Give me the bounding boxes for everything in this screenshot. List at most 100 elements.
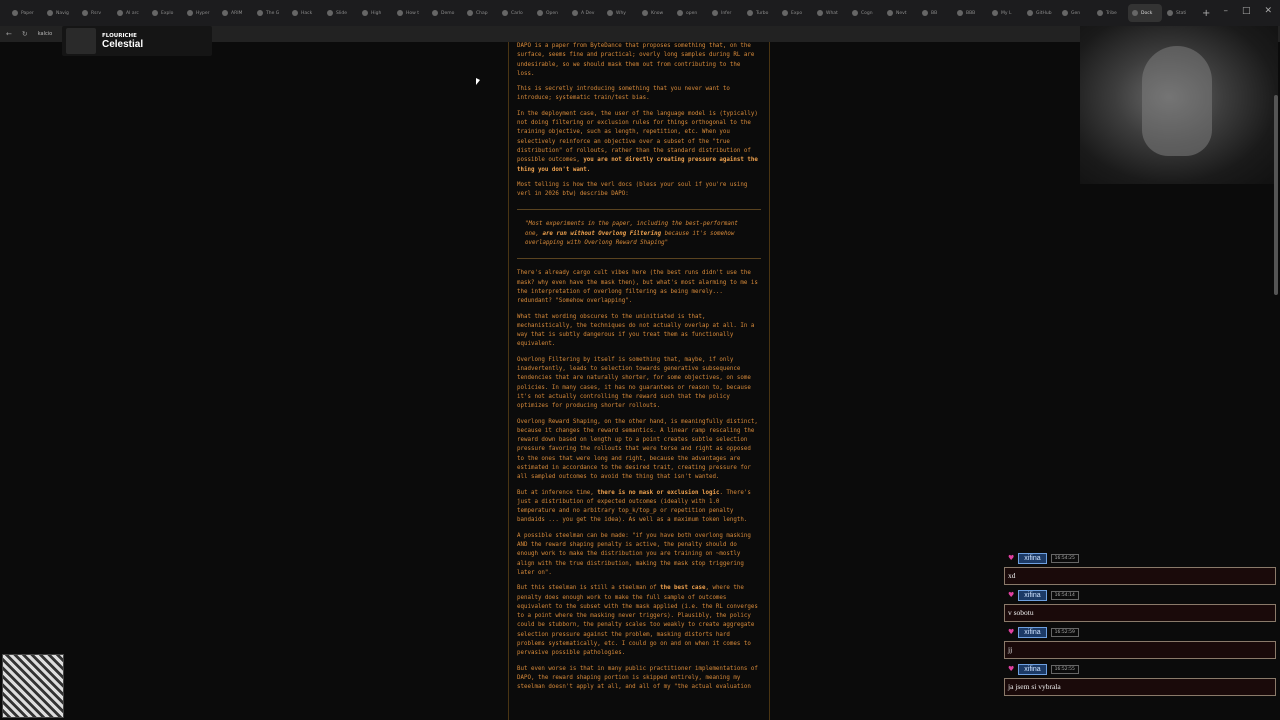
tab-favicon-icon [677, 10, 683, 16]
browser-tab-bar: Paper Navig Rsrv AI arc Explo Hyper ARIM The G H… [0, 0, 1280, 26]
page-scrollbar[interactable] [1274, 95, 1278, 295]
chat-message-text: jj [1004, 641, 1276, 659]
url-field[interactable]: kalcio [38, 31, 52, 37]
tab-label: Cogn [861, 10, 873, 16]
tab-label: Infer [721, 10, 732, 16]
tab-label: Tribe [1106, 10, 1117, 16]
chat-timestamp: 16:52:55 [1050, 664, 1079, 674]
tab-label: A Dev [581, 10, 595, 16]
tab-favicon-icon [747, 10, 753, 16]
browser-tab[interactable]: How t [393, 4, 427, 22]
mouse-cursor [476, 78, 480, 85]
article-paragraph: What that wording obscures to the uninit… [517, 313, 755, 348]
browser-tab[interactable]: BB [918, 4, 952, 22]
browser-tab[interactable]: Demo [428, 4, 462, 22]
tab-label: GitHub [1036, 10, 1052, 16]
tab-label: Demo [441, 10, 455, 16]
browser-tab[interactable]: High [358, 4, 392, 22]
tab-label: ARIM [231, 10, 243, 16]
browser-tab[interactable]: Carlo [498, 4, 532, 22]
chat-message: ♥ xifina 16:54:14 v sobotu [1004, 589, 1280, 622]
tab-favicon-icon [47, 10, 53, 16]
heart-icon: ♥ [1008, 591, 1015, 599]
tab-label: Chap [476, 10, 488, 16]
tab-favicon-icon [1027, 10, 1033, 16]
browser-tab[interactable]: Paper [8, 4, 42, 22]
tab-label: Navig [56, 10, 69, 16]
tab-label: How t [406, 10, 420, 16]
back-arrow-icon[interactable]: ← [6, 30, 12, 38]
tab-label: Why [616, 10, 626, 16]
maximize-icon[interactable]: □ [1242, 6, 1251, 16]
new-tab-icon[interactable]: + [1202, 8, 1210, 19]
article-paragraph: But this steelman is still a steelman of… [517, 585, 758, 657]
tab-favicon-icon [992, 10, 998, 16]
browser-tab[interactable]: Chap [463, 4, 497, 22]
game-title: Celestial [102, 38, 144, 50]
tab-label: BB [931, 10, 938, 16]
browser-tab[interactable]: Turbo [743, 4, 777, 22]
browser-tab[interactable]: The G [253, 4, 287, 22]
browser-tab[interactable]: open [673, 4, 707, 22]
browser-tab[interactable]: Navig [43, 4, 77, 22]
chat-username: xifina [1018, 552, 1047, 564]
tab-label: Explo [161, 10, 174, 16]
browser-tab[interactable]: Slide [323, 4, 357, 22]
article-paragraph: This is secretly introducing something t… [517, 86, 730, 102]
close-icon[interactable]: ✕ [1264, 6, 1272, 16]
tab-favicon-icon [852, 10, 858, 16]
chat-message-header: ♥ xifina 16:54:14 [1008, 589, 1280, 601]
browser-tab[interactable]: Cogn [848, 4, 882, 22]
tab-favicon-icon [782, 10, 788, 16]
browser-tab[interactable]: Open [533, 4, 567, 22]
heart-icon: ♥ [1008, 628, 1015, 636]
browser-tab[interactable]: Why [603, 4, 637, 22]
divider [517, 209, 761, 211]
tab-favicon-icon [222, 10, 228, 16]
browser-tab[interactable]: Tribe [1093, 4, 1127, 22]
browser-tab[interactable]: What [813, 4, 847, 22]
browser-tab[interactable]: Hack [288, 4, 322, 22]
browser-tab[interactable]: Nevt [883, 4, 917, 22]
browser-tab[interactable]: Hyper [183, 4, 217, 22]
tab-label: Dock [1141, 10, 1153, 16]
tab-favicon-icon [397, 10, 403, 16]
tab-favicon-icon [257, 10, 263, 16]
tab-label: Hack [301, 10, 313, 16]
tab-favicon-icon [607, 10, 613, 16]
browser-tab[interactable]: Stati [1163, 4, 1197, 22]
browser-tab[interactable]: AI arc [113, 4, 147, 22]
tab-favicon-icon [1062, 10, 1068, 16]
browser-tab[interactable]: Infer [708, 4, 742, 22]
chat-timestamp: 16:52:59 [1050, 627, 1079, 637]
browser-tab[interactable]: Rsrv [78, 4, 112, 22]
minimize-icon[interactable]: – [1223, 6, 1228, 16]
tab-favicon-icon [502, 10, 508, 16]
tab-favicon-icon [712, 10, 718, 16]
article-paragraph: Overlong Reward Shaping, on the other ha… [517, 418, 758, 481]
browser-tab[interactable]: Dock [1128, 4, 1162, 22]
streamer-avatar [66, 28, 96, 54]
browser-tab[interactable]: Explo [148, 4, 182, 22]
chat-message: ♥ xifina 16:52:55 ja jsem si vybrala [1004, 663, 1280, 696]
browser-tab[interactable]: My L [988, 4, 1022, 22]
reload-icon[interactable]: ↻ [22, 30, 28, 38]
browser-tab[interactable]: Know [638, 4, 672, 22]
tab-label: Gen [1071, 10, 1081, 16]
browser-tab[interactable]: Expo [778, 4, 812, 22]
article-paragraph: In the deployment case, the user of the … [517, 110, 758, 173]
browser-tab[interactable]: BBB [953, 4, 987, 22]
tab-label: BBB [966, 10, 976, 16]
article-column: DAPO is a paper from ByteDance that prop… [508, 42, 770, 720]
tab-label: Expo [791, 10, 803, 16]
tab-label: My L [1001, 10, 1012, 16]
tab-favicon-icon [362, 10, 368, 16]
tab-label: Nevt [896, 10, 907, 16]
browser-tab[interactable]: ARIM [218, 4, 252, 22]
browser-tab[interactable]: A Dev [568, 4, 602, 22]
divider [517, 258, 761, 260]
tab-favicon-icon [187, 10, 193, 16]
browser-tab[interactable]: GitHub [1023, 4, 1057, 22]
tab-label: Stati [1176, 10, 1187, 16]
browser-tab[interactable]: Gen [1058, 4, 1092, 22]
